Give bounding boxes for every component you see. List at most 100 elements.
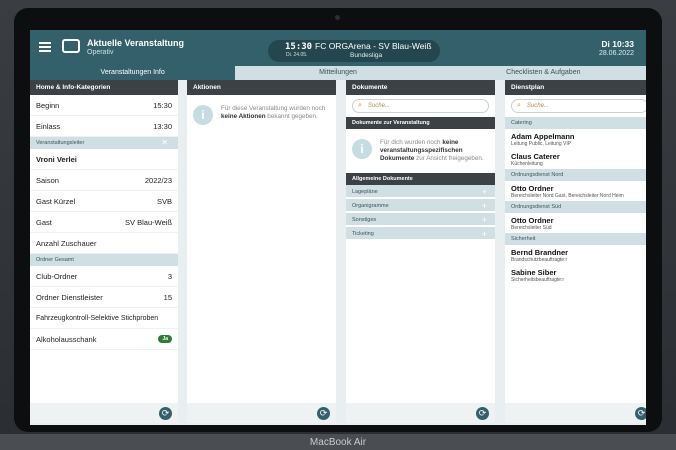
leiter-name: Vroni Verlei <box>30 149 178 170</box>
refresh-icon[interactable]: ⟳ <box>476 407 489 420</box>
tab-mitteilungen[interactable]: Mitteilungen <box>235 66 441 80</box>
doc-category-sonstiges[interactable]: Sonstiges + <box>346 213 495 227</box>
row-label: Einlass <box>36 121 61 131</box>
app-screen: Aktuelle Veranstaltung Operativ 15:30 Di… <box>30 30 646 425</box>
person-role: Brandschutzbeauftragte:r <box>511 257 568 263</box>
section-label: Veranstaltungsleiter <box>36 140 85 146</box>
panel-footer: ⟳ <box>30 403 178 423</box>
panel-footer: ⟳ <box>187 403 336 423</box>
doc-label: Organigramme <box>352 203 389 209</box>
person-name: Bernd Brandner <box>511 248 569 257</box>
person-name: Sabine Siber <box>511 268 557 277</box>
person-role: Leitung Public, Leitung VIP <box>511 141 572 147</box>
section-ordner: Ordner Gesamt <box>30 254 178 266</box>
row-value: 2022/23 <box>144 175 172 185</box>
group-header: Sicherheit <box>505 233 646 245</box>
person-role: Küchenleitung <box>511 161 543 167</box>
row-label: Alkoholausschank <box>36 334 97 344</box>
panel-header: Dokumente <box>346 80 495 95</box>
event-docs-header: Dokumente zur Veranstaltung <box>346 117 495 129</box>
top-bar: Aktuelle Veranstaltung Operativ 15:30 Di… <box>30 30 646 66</box>
documents-panel: Dokumente ⌕ Suche... Dokumente zur Verans… <box>346 80 495 423</box>
person-name: Adam Appelmann <box>511 132 575 141</box>
list-item[interactable]: Claus Caterer Küchenleitung <box>505 149 646 169</box>
search-icon: ⌕ <box>517 102 521 109</box>
row-label: Vroni Verlei <box>36 154 77 164</box>
row-fahrzeug: Fahrzeugkontroll-Selektive Stichproben <box>30 308 178 329</box>
event-time: 15:30 <box>285 42 313 52</box>
search-input[interactable]: ⌕ Suche... <box>352 99 489 113</box>
menu-icon[interactable] <box>39 42 51 54</box>
info-icon: i <box>352 139 372 159</box>
row-club-ordner: Club-Ordner 3 <box>30 266 178 287</box>
general-docs-header: Allgemeine Dokumente <box>346 173 495 185</box>
row-alkohol: Alkoholausschank Ja <box>30 329 178 350</box>
panel-header: Aktionen <box>187 80 336 95</box>
panel-header: Dienstplan <box>505 80 646 95</box>
actions-panel: Aktionen i Für diese Veranstaltung wurde… <box>187 80 336 423</box>
row-label: Beginn <box>36 100 60 110</box>
section-leiter: Veranstaltungsleiter ✕ <box>30 137 178 149</box>
row-label: Gast <box>36 217 52 227</box>
person-role: Bereichsleiter Süd <box>511 225 552 231</box>
refresh-icon[interactable]: ⟳ <box>159 407 172 420</box>
row-label: Gast Kürzel <box>36 196 76 206</box>
info-text: Für diese Veranstaltung wurden noch kein… <box>221 105 330 125</box>
row-value: 15 <box>163 292 172 302</box>
info-text-bold: keine Aktionen <box>221 113 266 120</box>
refresh-icon[interactable]: ⟳ <box>317 407 330 420</box>
plus-icon: + <box>481 215 487 225</box>
search-placeholder: Suche... <box>367 103 390 109</box>
row-label: Saison <box>36 175 59 185</box>
search-input[interactable]: ⌕ Suche... <box>511 99 646 113</box>
status-badge: Ja <box>158 335 172 343</box>
list-item[interactable]: Sabine Siber Sicherheitsbeauftragte:r <box>505 265 646 285</box>
info-text: Für dich wurden noch keine veranstaltung… <box>380 139 489 163</box>
list-item[interactable]: Adam Appelmann Leitung Public, Leitung VI… <box>505 129 646 149</box>
close-icon[interactable]: ✕ <box>161 137 168 149</box>
info-text-post: bekannt gegeben. <box>265 113 318 120</box>
row-value: SVB <box>156 196 172 206</box>
person-name: Otto Ordner <box>511 216 554 225</box>
panel-footer: ⟳ <box>346 403 495 423</box>
doc-category-ticketing[interactable]: Ticketing + <box>346 227 495 241</box>
list-item[interactable]: Otto Ordner Bereichsleiter Süd <box>505 213 646 233</box>
info-text-pre: Für diese Veranstaltung wurden noch <box>221 105 326 112</box>
plus-icon: + <box>481 229 487 239</box>
refresh-icon[interactable]: ⟳ <box>635 407 646 420</box>
list-item[interactable]: Otto Ordner Bereichsleiter Nord Gast, Ber… <box>505 181 646 201</box>
event-league: Bundesliga <box>350 52 383 59</box>
panel-header: Home & Info-Kategorien <box>30 80 178 95</box>
row-zuschauer: Anzahl Zuschauer <box>30 233 178 254</box>
panel-footer: ⟳ <box>505 403 646 423</box>
group-header: Ordnungsdienst Nord <box>505 169 646 181</box>
section-label: Ordner Gesamt <box>36 257 74 263</box>
doc-label: Sonstiges <box>352 217 377 223</box>
search-placeholder: Suche... <box>526 103 549 109</box>
row-value: 3 <box>167 271 172 281</box>
tab-checklisten[interactable]: Checklisten & Aufgaben <box>440 66 646 80</box>
camera-icon <box>335 15 340 20</box>
list-item[interactable]: Bernd Brandner Brandschutzbeauftragte:r <box>505 245 646 265</box>
app-logo-icon <box>62 39 80 53</box>
tab-veranstaltungen-info[interactable]: Veranstaltungen Info <box>30 66 236 80</box>
doc-category-organigramme[interactable]: Organigramme + <box>346 199 495 213</box>
row-gast: Gast SV Blau-Weiß <box>30 212 178 233</box>
row-label: Club-Ordner <box>36 271 78 281</box>
row-label: Anzahl Zuschauer <box>36 238 97 248</box>
info-text-post: zur Ansicht freigegeben. <box>414 155 484 162</box>
group-header: Ordnungsdienst Süd <box>505 201 646 213</box>
info-icon: i <box>193 105 213 125</box>
group-header: Catering <box>505 117 646 129</box>
person-name: Claus Caterer <box>511 152 560 161</box>
doc-category-lageplaene[interactable]: Lagepläne + <box>346 185 495 199</box>
info-panel: Home & Info-Kategorien Beginn 15:30 Einla… <box>30 80 178 423</box>
person-role: Sicherheitsbeauftragte:r <box>511 277 565 283</box>
info-text-pre: Für dich wurden noch <box>380 139 443 146</box>
row-dienstleister: Ordner Dienstleister 15 <box>30 287 178 308</box>
person-name: Otto Ordner <box>511 184 554 193</box>
duty-roster-panel: Dienstplan ⌕ Suche... Catering Adam Appel… <box>505 80 646 423</box>
empty-actions-info: i Für diese Veranstaltung wurden noch ke… <box>187 95 336 135</box>
plus-icon: + <box>481 187 487 197</box>
event-match: FC ORGArena - SV Blau-Weiß <box>315 41 432 51</box>
